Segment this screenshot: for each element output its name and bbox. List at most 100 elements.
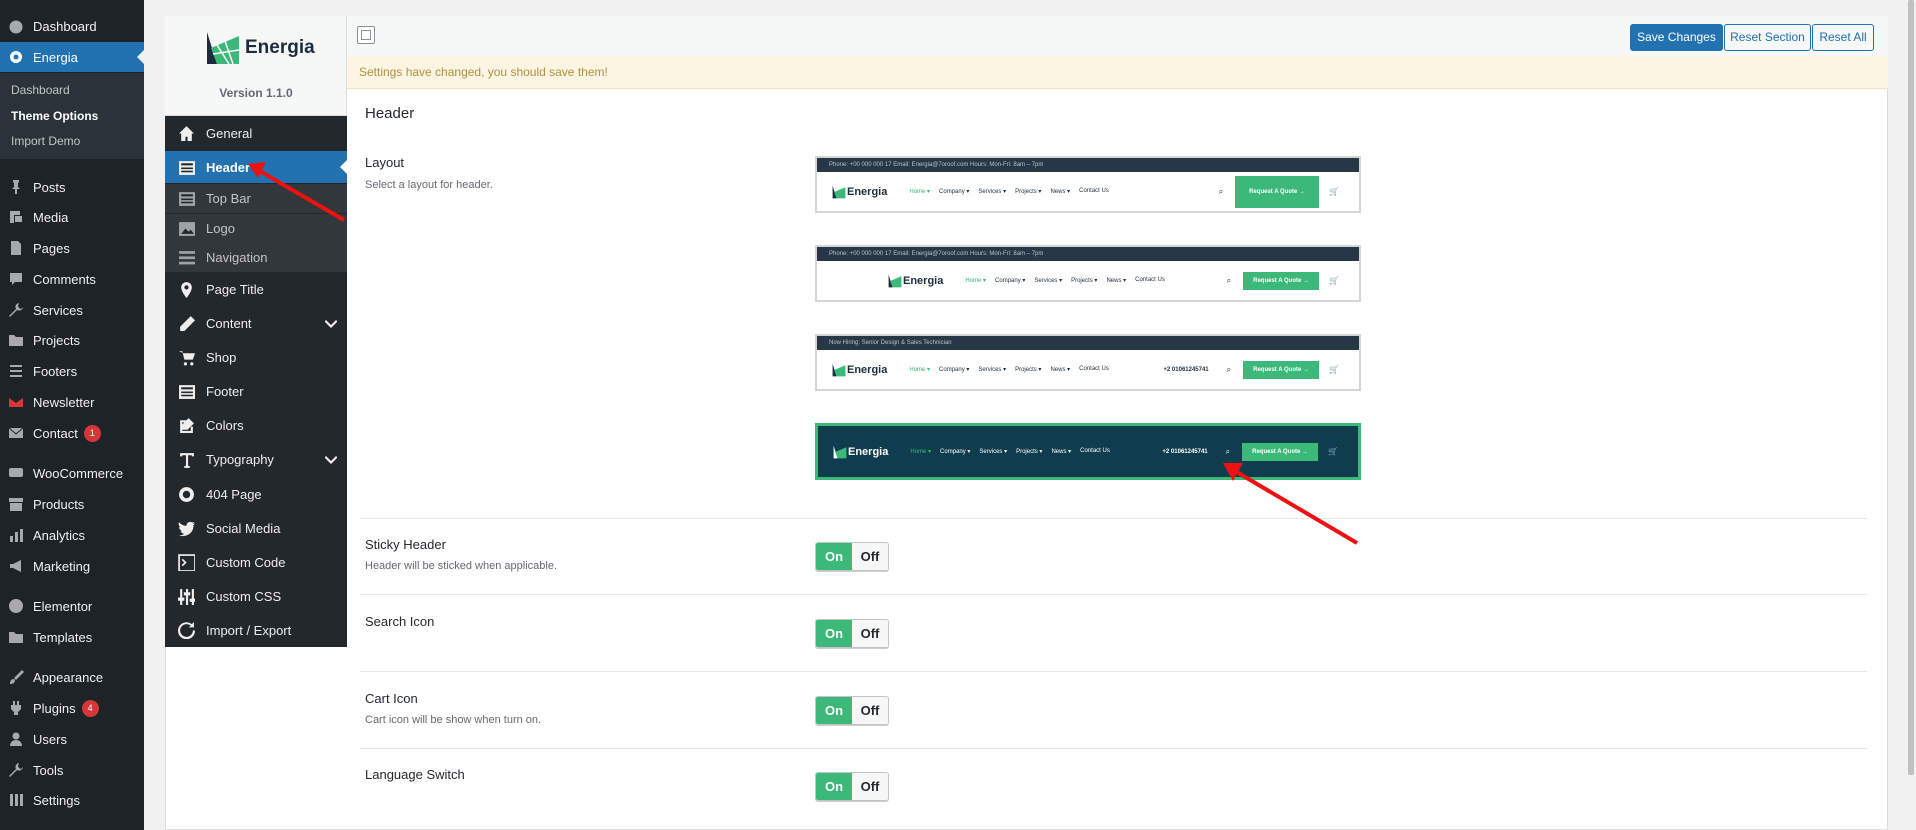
- options-menu-custom-css[interactable]: Custom CSS: [165, 580, 347, 612]
- off-option[interactable]: Off: [852, 543, 888, 570]
- scrollbar[interactable]: [1906, 0, 1916, 830]
- wp-menu-energia[interactable]: Energia: [0, 42, 144, 72]
- layout-desc: Select a layout for header.: [365, 179, 493, 191]
- wp-menu-dashboard[interactable]: Dashboard: [0, 11, 144, 41]
- options-menu-header[interactable]: Header: [165, 151, 347, 183]
- wp-menu-plugins[interactable]: Plugins 4: [0, 693, 144, 723]
- wp-menu-label: Tools: [33, 762, 64, 778]
- comment-icon: [8, 271, 24, 287]
- wrench-icon: [8, 302, 24, 318]
- layout-option-3[interactable]: Now Hiring: Senior Design & Sales Techni…: [815, 334, 1361, 391]
- megaphone-icon: [8, 558, 24, 574]
- reset-section-button[interactable]: Reset Section: [1724, 24, 1811, 51]
- on-off-switch[interactable]: On Off: [815, 619, 889, 648]
- on-option[interactable]: On: [816, 697, 852, 724]
- count-badge: 1: [83, 424, 101, 442]
- options-menu-colors[interactable]: Colors: [165, 409, 347, 441]
- preview-topbar: Now Hiring: Senior Design & Sales Techni…: [817, 336, 1359, 350]
- layout-option-2[interactable]: Phone: +00 000 000 17 Email: Energia@7or…: [815, 245, 1361, 302]
- error-icon: [177, 485, 195, 503]
- options-menu-general[interactable]: General: [165, 117, 347, 149]
- preview-logo: Energia: [831, 362, 887, 378]
- off-option[interactable]: Off: [852, 620, 888, 647]
- options-menu-typography[interactable]: Typography: [165, 443, 347, 475]
- energia-submenu-item[interactable]: Import Demo: [11, 134, 80, 148]
- brush-icon: [8, 669, 24, 685]
- wp-menu-media[interactable]: Media: [0, 202, 144, 232]
- layout-icon: [177, 189, 195, 207]
- options-menu-import-export[interactable]: Import / Export: [165, 614, 347, 646]
- preview-nav-item: Contact Us: [1079, 188, 1109, 194]
- preview-nav-item: News ▾: [1051, 449, 1072, 455]
- preview-cta: Request A Quote →: [1242, 442, 1319, 461]
- wp-menu-tools[interactable]: Tools: [0, 755, 144, 785]
- wp-menu-projects[interactable]: Projects: [0, 325, 144, 355]
- wp-menu-footers[interactable]: Footers: [0, 356, 144, 386]
- on-option[interactable]: On: [816, 543, 852, 570]
- expand-toggle-icon[interactable]: [357, 26, 375, 44]
- gear-icon: [8, 49, 24, 65]
- wp-menu-marketing[interactable]: Marketing: [0, 551, 144, 581]
- options-menu-label: Social Media: [206, 520, 281, 536]
- pin-icon: [8, 179, 24, 195]
- preview-nav-item: Contact Us: [1080, 448, 1110, 454]
- options-menu-custom-code[interactable]: Custom Code: [165, 546, 347, 578]
- options-menu-logo[interactable]: Logo: [165, 213, 347, 243]
- sliders-icon: [177, 587, 195, 605]
- page-icon: [8, 240, 24, 256]
- energia-submenu-item[interactable]: Dashboard: [11, 83, 70, 97]
- toggle-desc: Header will be sticked when applicable.: [365, 560, 557, 572]
- on-option[interactable]: On: [816, 620, 852, 647]
- options-menu-navigation[interactable]: Navigation: [165, 242, 347, 272]
- on-off-switch[interactable]: On Off: [815, 696, 889, 725]
- options-menu-top-bar[interactable]: Top Bar: [165, 183, 347, 213]
- on-option[interactable]: On: [816, 773, 852, 800]
- wp-menu-settings[interactable]: Settings: [0, 785, 144, 815]
- reset-all-button[interactable]: Reset All: [1812, 24, 1874, 51]
- wp-menu-woocommerce[interactable]: WooCommerce: [0, 458, 144, 488]
- preview-nav-item: Contact Us: [1079, 366, 1109, 372]
- layout-option-1[interactable]: Phone: +00 000 000 17 Email: Energia@7or…: [815, 156, 1361, 213]
- wp-menu-label: WooCommerce: [33, 465, 124, 481]
- wp-menu-pages[interactable]: Pages: [0, 233, 144, 263]
- wp-menu-elementor[interactable]: Elementor: [0, 591, 144, 621]
- location-icon: [177, 280, 195, 298]
- list-icon: [8, 363, 24, 379]
- wp-menu-newsletter[interactable]: Newsletter: [0, 387, 144, 417]
- wp-menu-label: Elementor: [33, 598, 93, 614]
- save-changes-button[interactable]: Save Changes: [1630, 24, 1723, 51]
- wp-menu-appearance[interactable]: Appearance: [0, 662, 144, 692]
- wp-menu-label: Marketing: [33, 558, 91, 574]
- wp-menu-comments[interactable]: Comments: [0, 264, 144, 294]
- options-menu-label: General: [206, 125, 253, 141]
- wp-menu-users[interactable]: Users: [0, 724, 144, 754]
- wp-menu-products[interactable]: Products: [0, 489, 144, 519]
- options-menu-footer[interactable]: Footer: [165, 375, 347, 407]
- off-option[interactable]: Off: [852, 697, 888, 724]
- on-off-switch[interactable]: On Off: [815, 772, 889, 801]
- options-menu-shop[interactable]: Shop: [165, 341, 347, 373]
- energia-submenu-item[interactable]: Theme Options: [11, 109, 98, 123]
- off-option[interactable]: Off: [852, 773, 888, 800]
- options-menu-content[interactable]: Content: [165, 307, 347, 339]
- menu-icon: [177, 248, 195, 266]
- twitter-icon: [177, 519, 195, 537]
- wp-menu-analytics[interactable]: Analytics: [0, 520, 144, 550]
- options-menu-label: Custom Code: [206, 554, 286, 570]
- on-off-switch[interactable]: On Off: [815, 542, 889, 571]
- layout-option-4[interactable]: Energia Home ▾ Company ▾ Services ▾ Projects…: [815, 423, 1361, 480]
- options-menu-social-media[interactable]: Social Media: [165, 512, 347, 544]
- wp-menu-services[interactable]: Services: [0, 295, 144, 325]
- unsaved-notice: Settings have changed, you should save t…: [347, 56, 1888, 89]
- options-menu-page-title[interactable]: Page Title: [165, 273, 347, 305]
- chevron-down-icon[interactable]: [324, 453, 338, 465]
- options-menu-404-page[interactable]: 404 Page: [165, 478, 347, 510]
- preview-nav-item: Company ▾: [995, 278, 1026, 284]
- wp-menu-templates[interactable]: Templates: [0, 622, 144, 652]
- options-menu-label: Header: [206, 159, 251, 175]
- chevron-down-icon[interactable]: [324, 317, 338, 329]
- options-menu-label: 404 Page: [206, 486, 262, 502]
- wrench-icon: [8, 762, 24, 778]
- wp-menu-contact[interactable]: Contact 1: [0, 418, 144, 448]
- wp-menu-posts[interactable]: Posts: [0, 172, 144, 202]
